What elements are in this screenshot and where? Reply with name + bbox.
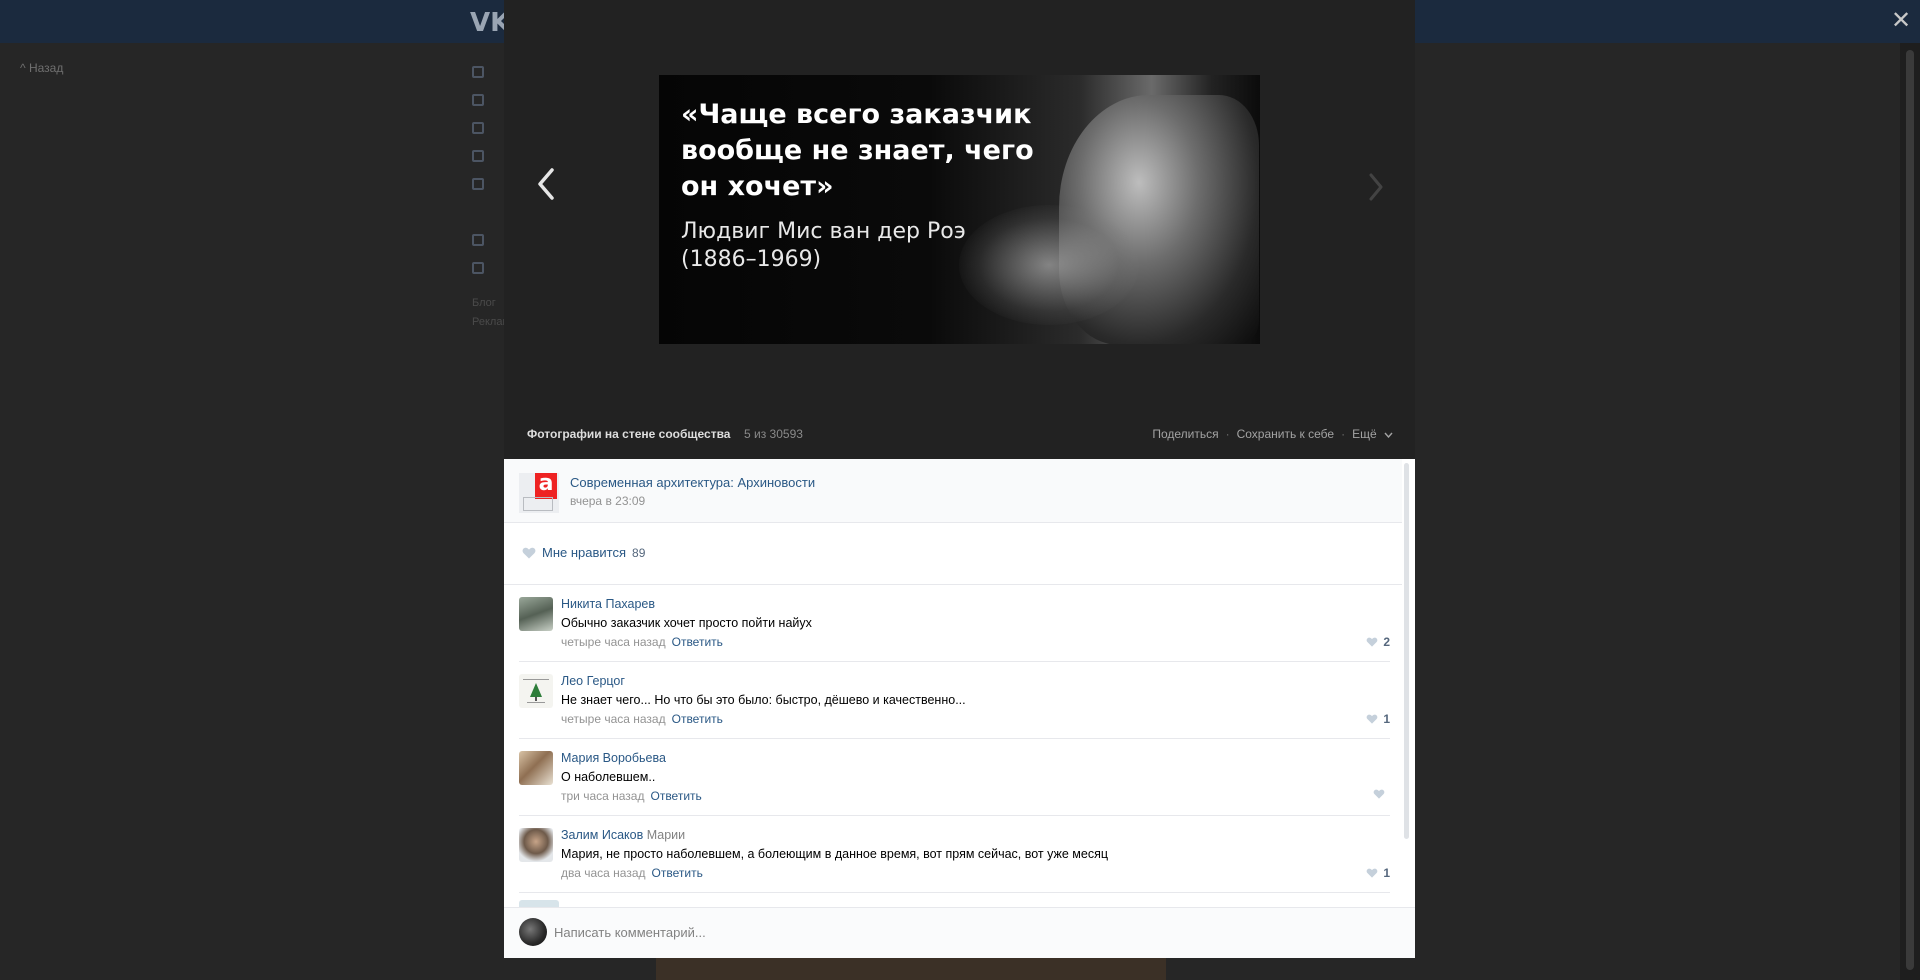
- photo-counter: 5 из 30593: [744, 427, 803, 441]
- menu-docs-icon[interactable]: [472, 170, 498, 198]
- menu-apps-icon[interactable]: [472, 226, 498, 254]
- background-post-image: [656, 958, 1166, 980]
- like-count: 89: [632, 545, 646, 560]
- comment-text: О наболевшем..: [561, 770, 656, 784]
- comment-item: Мария Воробьева О наболевшем.. три часа …: [519, 739, 1390, 816]
- comment-like-count: 1: [1383, 866, 1390, 880]
- menu-ads-icon[interactable]: [472, 254, 498, 282]
- comment-meta: два часа назад Ответить: [561, 866, 703, 880]
- menu-games-icon[interactable]: [472, 142, 498, 170]
- share-button[interactable]: Поделиться: [1152, 427, 1218, 441]
- reply-button[interactable]: Ответить: [672, 712, 723, 726]
- comment-text: Обычно заказчик хочет просто пойти найух: [561, 616, 812, 630]
- comment-like-count: 2: [1383, 635, 1390, 649]
- reply-button[interactable]: Ответить: [672, 635, 723, 649]
- back-label: Назад: [28, 61, 64, 75]
- menu-videos-icon[interactable]: [472, 114, 498, 142]
- comment-avatar[interactable]: [519, 674, 553, 708]
- photo-author: Людвиг Мис ван дер Роэ (1886–1969): [681, 219, 966, 272]
- post-time[interactable]: вчера в 23:09: [570, 494, 645, 508]
- comment-item: Лео Герцог Не знает чего... Но что бы эт…: [519, 662, 1390, 739]
- heart-icon: [1373, 789, 1385, 799]
- owner-block: a Современная архитектура: Архиновости в…: [504, 459, 1402, 523]
- comment-meta: четыре часа назад Ответить: [561, 712, 723, 726]
- comment-avatar[interactable]: [519, 751, 553, 785]
- reply-button[interactable]: Ответить: [652, 866, 703, 880]
- my-avatar[interactable]: [519, 918, 547, 946]
- community-logo-letter: a: [535, 473, 557, 499]
- comments-list[interactable]: Никита Пахарев Обычно заказчик хочет про…: [504, 585, 1402, 907]
- left-menu: [472, 58, 498, 282]
- comment-like-button[interactable]: 1: [1366, 866, 1390, 880]
- separator-dot: ·: [1341, 427, 1346, 441]
- comment-avatar[interactable]: [519, 597, 553, 631]
- comment-author: Лео Герцог: [561, 674, 625, 688]
- comment-like-button[interactable]: [1373, 789, 1390, 799]
- community-name-link[interactable]: Современная архитектура: Архиновости: [570, 475, 815, 490]
- menu-photos-icon[interactable]: [472, 58, 498, 86]
- comment-author-link[interactable]: Залим Исаков Марии: [561, 828, 685, 842]
- comment-text: Не знает чего... Но что бы это было: быс…: [561, 693, 966, 707]
- menu-music-icon[interactable]: [472, 86, 498, 114]
- like-label: Мне нравится: [542, 545, 627, 560]
- comment-text: Мария, не просто наболевшем, а болеющим …: [561, 847, 1109, 861]
- photo-footer: Фотографии на стене сообщества 5 из 3059…: [504, 423, 1415, 447]
- prev-photo-icon[interactable]: [534, 166, 558, 202]
- album-title-link[interactable]: Фотографии на стене сообщества: [527, 427, 730, 441]
- comment-item: Залим Исаков Марии Мария, не просто набо…: [519, 816, 1390, 893]
- comment-author: Мария Воробьева: [561, 751, 666, 765]
- heart-icon: [522, 547, 536, 558]
- likes-row: Мне нравится 89: [504, 523, 1402, 585]
- back-link[interactable]: ^ Назад: [20, 61, 63, 75]
- comment-author-link[interactable]: Лео Герцог: [561, 674, 625, 688]
- save-button[interactable]: Сохранить к себе: [1237, 427, 1335, 441]
- community-avatar[interactable]: a: [519, 473, 559, 513]
- comment-meta: три часа назад Ответить: [561, 789, 702, 803]
- photo-actions: Поделиться · Сохранить к себе · Ещё: [1152, 427, 1393, 441]
- comment-reply-to[interactable]: Марии: [647, 828, 685, 842]
- photo-quote: «Чаще всего заказчик вообще не знает, че…: [681, 99, 1034, 202]
- comment-time[interactable]: четыре часа назад: [561, 712, 666, 726]
- heart-icon: [1366, 714, 1378, 724]
- chevron-down-icon: [1384, 432, 1393, 439]
- info-panel: a Современная архитектура: Архиновости в…: [504, 459, 1415, 958]
- comment-author-link[interactable]: Мария Воробьева: [561, 751, 666, 765]
- comment-item: Никита Пахарев Обычно заказчик хочет про…: [519, 585, 1390, 662]
- comment-compose: [504, 907, 1415, 958]
- more-label: Ещё: [1352, 427, 1377, 441]
- photo-viewer: «Чаще всего заказчик вообще не знает, че…: [504, 0, 1415, 958]
- photo-area: «Чаще всего заказчик вообще не знает, че…: [504, 0, 1415, 459]
- close-icon[interactable]: ✕: [1891, 6, 1911, 34]
- heart-icon: [1366, 637, 1378, 647]
- next-photo-icon[interactable]: [1366, 172, 1386, 202]
- comment-time[interactable]: четыре часа назад: [561, 635, 666, 649]
- next-comment-avatar-partial: [519, 900, 559, 907]
- reply-button[interactable]: Ответить: [650, 789, 701, 803]
- community-logo-building: [523, 497, 553, 511]
- menu-spacer: [472, 198, 498, 226]
- comment-author: Никита Пахарев: [561, 597, 656, 611]
- comment-like-count: 1: [1383, 712, 1390, 726]
- page-scrollbar-thumb[interactable]: [1906, 50, 1914, 970]
- comment-meta: четыре часа назад Ответить: [561, 635, 723, 649]
- comments-scrollbar[interactable]: [1404, 463, 1409, 839]
- more-button[interactable]: Ещё: [1352, 427, 1393, 441]
- heart-icon: [1366, 868, 1378, 878]
- separator-dot: ·: [1225, 427, 1230, 441]
- comment-time[interactable]: два часа назад: [561, 866, 646, 880]
- comment-author-link[interactable]: Никита Пахарев: [561, 597, 655, 611]
- comment-like-button[interactable]: 2: [1366, 635, 1390, 649]
- comment-time[interactable]: три часа назад: [561, 789, 644, 803]
- comment-avatar[interactable]: [519, 828, 553, 862]
- photo-image[interactable]: «Чаще всего заказчик вообще не знает, че…: [659, 75, 1260, 344]
- comment-author: Залим Исаков: [561, 828, 644, 842]
- like-button[interactable]: Мне нравится 89: [522, 545, 645, 560]
- comment-like-button[interactable]: 1: [1366, 712, 1390, 726]
- comment-input[interactable]: [554, 917, 1394, 947]
- tree-logo-icon: [523, 679, 549, 703]
